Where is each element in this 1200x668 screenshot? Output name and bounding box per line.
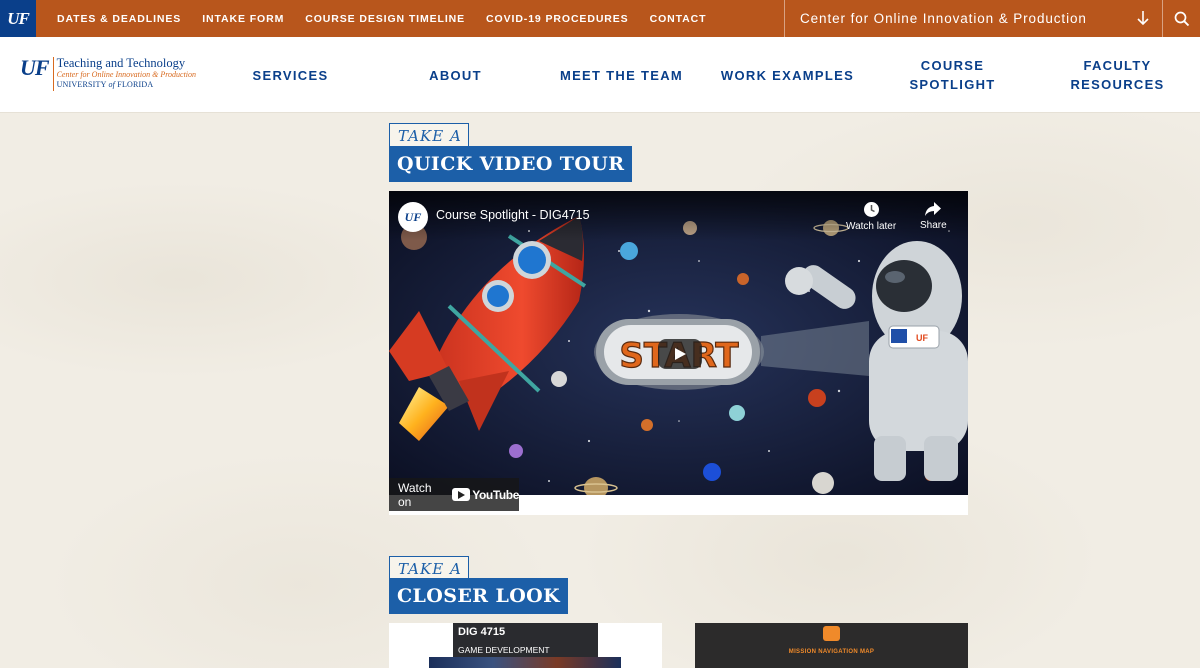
- watch-on-label: Watch on: [398, 480, 432, 509]
- section-heading-video-tour: QUICK VIDEO TOUR: [389, 146, 633, 182]
- youtube-play-icon: [452, 488, 471, 501]
- nav-about[interactable]: ABOUT: [373, 37, 538, 113]
- play-icon: [675, 348, 686, 360]
- video-embed[interactable]: START UF UF Course Spotlight - DIG4715 W…: [389, 191, 968, 515]
- link-course-design-timeline[interactable]: COURSE DESIGN TIMELINE: [305, 13, 465, 25]
- map-app-icon: [823, 626, 840, 641]
- work-example-card-dig4715[interactable]: DIG 4715 GAME DEVELOPMENT: [389, 623, 662, 668]
- search-icon: [1174, 11, 1189, 26]
- section-kicker: TAKE A: [389, 123, 469, 148]
- utility-bar: UF DATES & DEADLINES INTAKE FORM COURSE …: [0, 0, 1200, 37]
- channel-avatar[interactable]: UF: [398, 202, 428, 232]
- logo-divider: [52, 57, 54, 91]
- arrow-down-icon: [1137, 11, 1149, 26]
- main-navigation: UF Teaching and Technology Center for On…: [0, 37, 1200, 113]
- nav-faculty-resources[interactable]: FACULTY RESOURCES: [1035, 37, 1200, 113]
- teaching-technology-logo[interactable]: UF Teaching and Technology Center for On…: [20, 57, 196, 95]
- work-example-card-navigation-map[interactable]: MISSION NAVIGATION MAP: [695, 623, 968, 668]
- logo-title: Teaching and Technology: [56, 56, 186, 70]
- logo-uf-mark: UF: [20, 55, 50, 80]
- unit-selector-dropdown[interactable]: Center for Online Innovation & Productio…: [784, 0, 1162, 37]
- play-button[interactable]: [658, 339, 702, 369]
- uf-home-logo[interactable]: UF: [0, 0, 36, 37]
- logo-university: UNIVERSITY of FLORIDA: [56, 80, 154, 89]
- mission-navigation-map-label: MISSION NAVIGATION MAP: [788, 649, 875, 655]
- youtube-logo: YouTube: [452, 488, 519, 502]
- watch-later-label: Watch later: [846, 221, 897, 232]
- share-label: Share: [920, 220, 947, 231]
- link-intake-form[interactable]: INTAKE FORM: [202, 13, 284, 25]
- nav-services[interactable]: SERVICES: [208, 37, 373, 113]
- nav-work-examples[interactable]: WORK EXAMPLES: [705, 37, 870, 113]
- share-icon: [925, 202, 942, 216]
- logo-subtitle: Center for Online Innovation & Productio…: [56, 70, 197, 79]
- unit-selector-label: Center for Online Innovation & Productio…: [800, 11, 1087, 26]
- course-subtitle: GAME DEVELOPMENT: [458, 645, 550, 655]
- watch-later-button[interactable]: Watch later: [846, 201, 896, 232]
- utility-links: DATES & DEADLINES INTAKE FORM COURSE DES…: [57, 13, 727, 25]
- section-heading-closer-look: CLOSER LOOK: [389, 578, 569, 614]
- clock-icon: [863, 202, 879, 217]
- watch-on-youtube-link[interactable]: Watch on YouTube: [389, 478, 519, 511]
- nav-course-spotlight[interactable]: COURSE SPOTLIGHT: [870, 37, 1035, 113]
- link-dates-deadlines[interactable]: DATES & DEADLINES: [57, 13, 181, 25]
- video-title[interactable]: Course Spotlight - DIG4715: [436, 208, 590, 222]
- suit-badge-text: UF: [916, 333, 928, 343]
- link-covid-procedures[interactable]: COVID-19 PROCEDURES: [486, 13, 629, 25]
- share-button[interactable]: Share: [920, 201, 947, 231]
- nav-meet-the-team[interactable]: MEET THE TEAM: [539, 37, 704, 113]
- search-button[interactable]: [1162, 0, 1200, 37]
- card-image-strip: [429, 657, 621, 668]
- link-contact[interactable]: CONTACT: [650, 13, 707, 25]
- course-code: DIG 4715: [458, 626, 506, 638]
